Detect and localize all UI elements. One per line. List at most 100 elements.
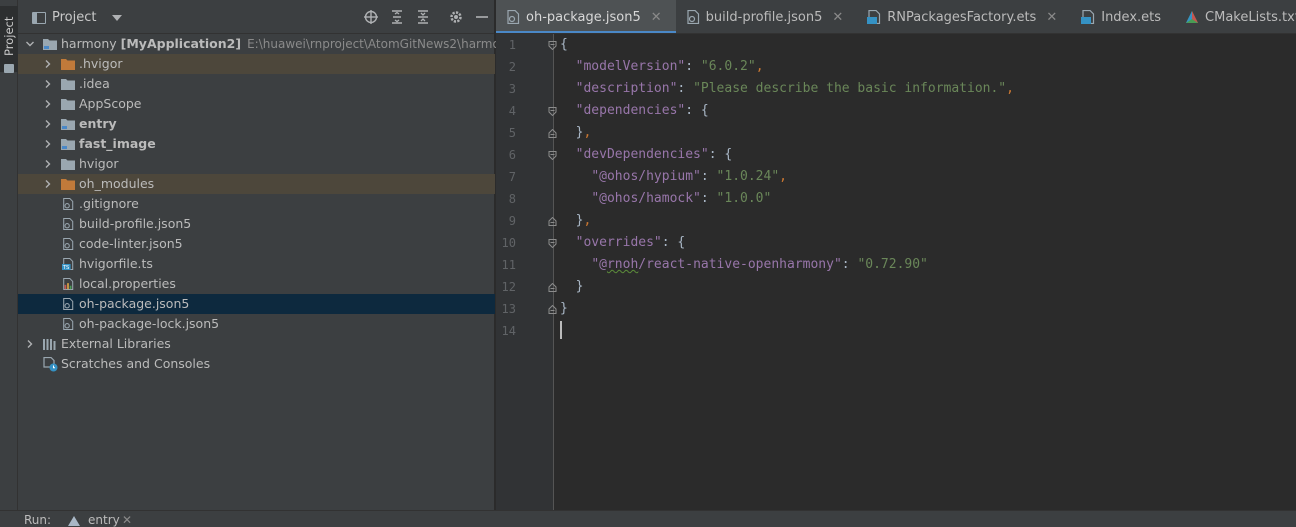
tree-item-oh-modules[interactable]: oh_modules <box>18 174 495 194</box>
module-folder-icon <box>43 39 57 50</box>
folder-icon <box>4 64 14 73</box>
fold-icon[interactable] <box>548 151 557 160</box>
tree-item-idea[interactable]: .idea <box>18 74 495 94</box>
cmake-icon <box>1186 11 1199 23</box>
code-line: "dependencies": { <box>575 103 709 118</box>
run-tab-entry[interactable]: entry <box>88 513 120 527</box>
close-icon[interactable]: ✕ <box>832 10 843 25</box>
code-line: } <box>560 301 568 316</box>
chevron-right-icon[interactable] <box>44 140 52 148</box>
ets-file-icon <box>867 10 881 24</box>
chevron-right-icon[interactable] <box>44 180 52 188</box>
code-line: }, <box>575 213 592 228</box>
config-file-icon <box>63 198 74 210</box>
chevron-right-icon[interactable] <box>44 60 52 68</box>
line-number: 8 <box>508 192 516 206</box>
tab-index[interactable]: Index.ets <box>1071 0 1175 33</box>
config-file-icon <box>63 298 74 310</box>
unfold-icon[interactable] <box>548 129 557 138</box>
folder-icon <box>61 79 75 90</box>
collapse-all-icon[interactable] <box>415 9 431 25</box>
expand-all-icon[interactable] <box>389 9 405 25</box>
unfold-icon[interactable] <box>548 305 557 314</box>
chevron-down-icon[interactable] <box>26 40 34 48</box>
locate-icon[interactable] <box>363 9 379 25</box>
tree-item-build-profile[interactable]: build-profile.json5 <box>18 214 495 234</box>
fold-icon[interactable] <box>548 107 557 116</box>
tree-item-code-linter[interactable]: code-linter.json5 <box>18 234 495 254</box>
tree-item-label: local.properties <box>79 276 176 291</box>
project-panel: Project harmony [MyApplication2] E:\huawe… <box>18 0 515 510</box>
unfold-icon[interactable] <box>548 217 557 226</box>
json-key: "modelVersion" <box>575 59 686 74</box>
chevron-down-icon[interactable] <box>112 14 123 21</box>
chevron-right-icon[interactable] <box>26 340 34 348</box>
tree-item-entry[interactable]: entry <box>18 114 495 134</box>
line-number-gutter: 1 2 3 4 5 6 7 8 9 10 11 12 13 14 <box>496 34 557 510</box>
project-view-selector[interactable]: Project <box>32 10 123 25</box>
config-file-icon <box>63 238 74 250</box>
tab-build-profile[interactable]: build-profile.json5 ✕ <box>676 0 858 33</box>
json-key: "@ohos/hypium" <box>591 169 701 184</box>
json-key: "overrides" <box>575 235 662 250</box>
tree-item-gitignore[interactable]: .gitignore <box>18 194 495 214</box>
chevron-right-icon[interactable] <box>44 80 52 88</box>
json-key: "description" <box>575 81 678 96</box>
tree-item-label: oh-package.json5 <box>79 296 190 311</box>
module-folder-icon <box>61 119 75 130</box>
project-tool-window-tab[interactable]: Project <box>0 6 18 73</box>
editor-tabs: oh-package.json5 ✕ build-profile.json5 ✕… <box>496 0 1296 34</box>
excluded-folder-icon <box>61 179 75 190</box>
close-icon[interactable]: ✕ <box>1046 10 1057 25</box>
unfold-icon[interactable] <box>548 283 557 292</box>
json-key: "@ohos/hamock" <box>591 191 701 206</box>
chevron-right-icon[interactable] <box>44 100 52 108</box>
run-label: Run: <box>24 513 52 527</box>
tree-item-appscope[interactable]: AppScope <box>18 94 495 114</box>
json-value: "1.0.24" <box>716 169 780 184</box>
json-value: "Please describe the basic information." <box>693 81 1007 96</box>
json-key: "devDependencies" <box>575 147 709 162</box>
tree-item-hvigor-dot[interactable]: .hvigor <box>18 54 495 74</box>
tab-cmakelists[interactable]: CMakeLists.txt ✕ <box>1175 0 1296 33</box>
tab-rnpackagesfactory[interactable]: RNPackagesFactory.ets ✕ <box>857 0 1071 33</box>
hide-icon[interactable] <box>474 9 490 25</box>
harmony-run-icon <box>68 516 80 526</box>
tab-oh-package[interactable]: oh-package.json5 ✕ <box>496 0 676 33</box>
tree-item-label: AppScope <box>79 96 142 111</box>
fold-icon[interactable] <box>548 41 557 50</box>
tree-item-oh-package[interactable]: oh-package.json5 <box>18 294 495 314</box>
fold-icon[interactable] <box>548 239 557 248</box>
tree-root-row[interactable]: harmony [MyApplication2] E:\huawei\rnproj… <box>18 34 515 54</box>
close-icon[interactable]: ✕ <box>651 10 662 25</box>
line-number: 2 <box>508 60 516 74</box>
config-file-icon <box>63 318 74 330</box>
panel-icon <box>32 11 46 24</box>
code-line: "overrides": { <box>575 235 686 250</box>
line-number: 13 <box>501 302 516 316</box>
module-folder-icon <box>61 139 75 150</box>
tree-item-label: External Libraries <box>61 336 171 351</box>
ets-file-icon <box>1081 10 1095 24</box>
code-line: "@ohos/hamock": "1.0.0" <box>591 191 772 206</box>
line-number: 6 <box>508 148 516 162</box>
tree-item-fast-image[interactable]: fast_image <box>18 134 495 154</box>
tree-item-hvigorfile[interactable]: TS hvigorfile.ts <box>18 254 495 274</box>
chevron-right-icon[interactable] <box>44 120 52 128</box>
tree-item-local-properties[interactable]: local.properties <box>18 274 495 294</box>
gear-icon[interactable] <box>448 9 464 25</box>
tree-item-oh-package-lock[interactable]: oh-package-lock.json5 <box>18 314 495 334</box>
tree-item-label: code-linter.json5 <box>79 236 183 251</box>
chevron-right-icon[interactable] <box>44 160 52 168</box>
line-number: 14 <box>501 324 516 338</box>
tree-item-hvigor[interactable]: hvigor <box>18 154 495 174</box>
tree-item-external-libraries[interactable]: External Libraries <box>18 334 495 354</box>
tree-item-label: .idea <box>79 76 110 91</box>
close-icon[interactable]: ✕ <box>122 513 132 527</box>
project-panel-title: Project <box>52 10 97 25</box>
tree-item-scratches[interactable]: Scratches and Consoles <box>18 354 495 374</box>
root-path: E:\huawei\rnproject\AtomGitNews2\harmony <box>247 37 515 51</box>
line-number: 11 <box>501 258 516 272</box>
excluded-folder-icon <box>61 59 75 70</box>
tree-item-label: Scratches and Consoles <box>61 356 211 371</box>
